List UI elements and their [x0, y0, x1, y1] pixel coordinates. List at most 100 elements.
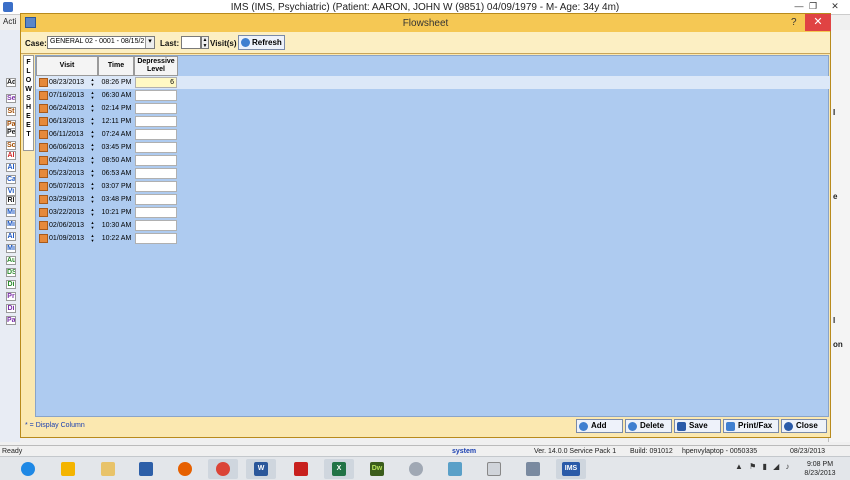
- outlook-taskbar-button[interactable]: [53, 459, 83, 479]
- paint-taskbar-button[interactable]: [401, 459, 431, 479]
- spinner-icon[interactable]: ▲ ▼: [89, 129, 96, 139]
- clock[interactable]: 9:08 PM 8/23/2013: [796, 460, 844, 478]
- left-nav-item[interactable]: St: [6, 107, 16, 116]
- chevron-down-icon[interactable]: ▾: [145, 37, 154, 48]
- spinner-icon[interactable]: ▲ ▼: [89, 77, 96, 87]
- table-row[interactable]: 02/06/2013 ▲ ▼ 10:30 AM: [36, 219, 830, 232]
- left-nav-item[interactable]: Pr: [6, 292, 16, 301]
- depressive-level-input[interactable]: [135, 90, 177, 101]
- left-nav-item[interactable]: Rl: [6, 196, 16, 205]
- column-header-depressive-level[interactable]: Depressive Level: [134, 56, 178, 76]
- table-row[interactable]: 06/11/2013 ▲ ▼ 07:24 AM: [36, 128, 830, 141]
- depressive-level-input[interactable]: [135, 207, 177, 218]
- excel-taskbar-button[interactable]: X: [324, 459, 354, 479]
- table-row[interactable]: 07/16/2013 ▲ ▼ 06:30 AM: [36, 89, 830, 102]
- left-nav-item[interactable]: Ad: [6, 78, 16, 87]
- spinner-icon[interactable]: ▲ ▼: [89, 142, 96, 152]
- depressive-level-input[interactable]: [135, 116, 177, 127]
- menu-actions[interactable]: Acti: [0, 15, 20, 29]
- restore-icon[interactable]: ❐: [806, 1, 820, 12]
- refresh-button[interactable]: Refresh: [238, 35, 285, 50]
- table-row[interactable]: 03/29/2013 ▲ ▼ 03:48 PM: [36, 193, 830, 206]
- spinner-icon[interactable]: ▲ ▼: [89, 168, 96, 178]
- left-nav-item[interactable]: Di: [6, 304, 16, 313]
- spinner-icon[interactable]: ▲ ▼: [201, 36, 209, 49]
- add-button[interactable]: Add: [576, 419, 623, 433]
- depressive-level-input[interactable]: [135, 155, 177, 166]
- column-header-visit[interactable]: Visit: [36, 56, 98, 76]
- depressive-level-input[interactable]: [135, 168, 177, 179]
- depressive-level-input[interactable]: [135, 142, 177, 153]
- left-nav-item[interactable]: Pe: [6, 128, 16, 137]
- depressive-level-input[interactable]: [135, 103, 177, 114]
- firefox-taskbar-button[interactable]: [170, 459, 200, 479]
- print-fax-button[interactable]: Print/Fax: [723, 419, 779, 433]
- table-row[interactable]: 03/22/2013 ▲ ▼ 10:21 PM: [36, 206, 830, 219]
- left-nav-item[interactable]: Mi: [6, 220, 16, 229]
- save-button[interactable]: Save: [674, 419, 721, 433]
- depressive-level-input[interactable]: [135, 181, 177, 192]
- depressive-level-input[interactable]: [135, 233, 177, 244]
- minimize-icon[interactable]: —: [792, 1, 806, 11]
- left-nav-item[interactable]: Vi: [6, 187, 16, 196]
- left-nav-item[interactable]: Di: [6, 280, 16, 289]
- table-row[interactable]: 05/23/2013 ▲ ▼ 06:53 AM: [36, 167, 830, 180]
- table-row[interactable]: 05/24/2013 ▲ ▼ 08:50 AM: [36, 154, 830, 167]
- left-nav-item[interactable]: Mi: [6, 244, 16, 253]
- table-row[interactable]: 01/09/2013 ▲ ▼ 10:22 AM: [36, 232, 830, 245]
- left-nav-item[interactable]: Sc: [6, 141, 16, 150]
- column-header-time[interactable]: Time: [98, 56, 134, 76]
- ims-taskbar-button[interactable]: IMS: [556, 459, 586, 479]
- firefox-icon: [178, 462, 192, 476]
- last-visits-input[interactable]: [181, 36, 201, 49]
- depressive-level-input[interactable]: [135, 129, 177, 140]
- table-row[interactable]: 06/24/2013 ▲ ▼ 02:14 PM: [36, 102, 830, 115]
- right-strip-label: I: [833, 108, 836, 117]
- table-row[interactable]: 05/07/2013 ▲ ▼ 03:07 PM: [36, 180, 830, 193]
- spinner-icon[interactable]: ▲ ▼: [89, 103, 96, 113]
- left-nav-item[interactable]: Pa: [6, 316, 16, 325]
- left-nav-item[interactable]: Al: [6, 232, 16, 241]
- spinner-icon[interactable]: ▲ ▼: [89, 116, 96, 126]
- snipping-tool-taskbar-button[interactable]: [518, 459, 548, 479]
- right-panel-strip: I e l on: [828, 30, 850, 442]
- close-icon[interactable]: ✕: [828, 1, 842, 12]
- left-nav-item[interactable]: Ca: [6, 175, 16, 184]
- chrome-taskbar-button[interactable]: [208, 459, 238, 479]
- refresh-label: Refresh: [252, 38, 282, 47]
- delete-button[interactable]: Delete: [625, 419, 672, 433]
- table-row[interactable]: 06/13/2013 ▲ ▼ 12:11 PM: [36, 115, 830, 128]
- mail-taskbar-button[interactable]: [440, 459, 470, 479]
- table-row[interactable]: 08/23/2013 ▲ ▼ 08:26 PM 6: [36, 76, 830, 89]
- spinner-icon[interactable]: ▲ ▼: [89, 207, 96, 217]
- table-row[interactable]: 06/06/2013 ▲ ▼ 03:45 PM: [36, 141, 830, 154]
- dialog-close-button[interactable]: ✕: [805, 14, 831, 31]
- spinner-icon[interactable]: ▲ ▼: [89, 181, 96, 191]
- calculator-taskbar-button[interactable]: [479, 459, 509, 479]
- spinner-icon[interactable]: ▲ ▼: [89, 220, 96, 230]
- system-tray[interactable]: ▲ ⚑ ▮ ◢ ♪: [735, 462, 792, 471]
- left-nav-item[interactable]: Se: [6, 94, 16, 103]
- depressive-level-input[interactable]: [135, 220, 177, 231]
- internet-explorer-taskbar-button[interactable]: [13, 459, 43, 479]
- word-taskbar-button[interactable]: W: [246, 459, 276, 479]
- spinner-icon[interactable]: ▲ ▼: [89, 233, 96, 243]
- file-explorer-taskbar-button[interactable]: [93, 459, 123, 479]
- spinner-icon[interactable]: ▲ ▼: [89, 155, 96, 165]
- left-nav-item[interactable]: Mi: [6, 208, 16, 217]
- left-nav-item[interactable]: Al: [6, 163, 16, 172]
- dreamweaver-taskbar-button[interactable]: Dw: [362, 459, 392, 479]
- remote-desktop-taskbar-button[interactable]: [131, 459, 161, 479]
- left-nav-item[interactable]: Au: [6, 256, 16, 265]
- left-nav-item[interactable]: DS: [6, 268, 16, 277]
- acrobat-taskbar-button[interactable]: [286, 459, 316, 479]
- left-nav-item[interactable]: Al: [6, 151, 16, 160]
- case-select[interactable]: GENERAL 02 - 0001 - 08/15/2: [47, 36, 155, 49]
- spinner-icon[interactable]: ▲ ▼: [89, 90, 96, 100]
- spinner-icon[interactable]: ▲ ▼: [89, 194, 96, 204]
- help-icon[interactable]: ?: [791, 17, 797, 28]
- depressive-level-input[interactable]: [135, 194, 177, 205]
- flowsheet-side-tab[interactable]: F L O W S H E E T: [23, 55, 34, 151]
- depressive-level-input[interactable]: 6: [135, 77, 177, 88]
- close-button[interactable]: Close: [781, 419, 827, 433]
